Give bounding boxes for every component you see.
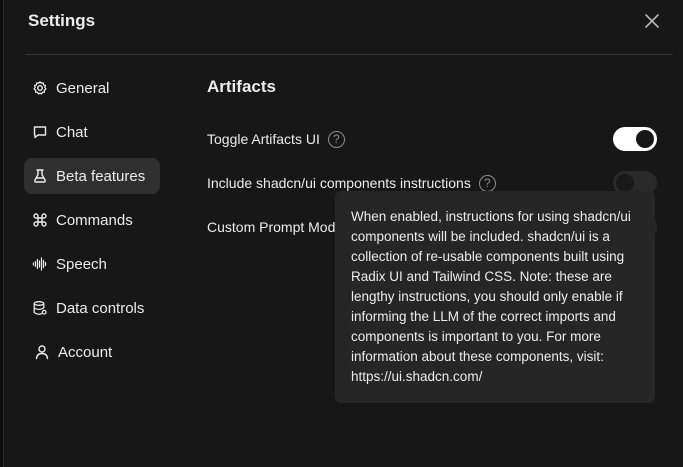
sidebar-item-chat[interactable]: Chat — [24, 114, 160, 150]
settings-sidebar: General Chat Beta features Commands Spee… — [24, 70, 160, 378]
sidebar-item-label: Beta features — [56, 167, 146, 185]
help-icon[interactable]: ? — [478, 174, 496, 192]
setting-label: Include shadcn/ui components instruction… — [207, 175, 471, 191]
user-icon — [34, 344, 50, 360]
section-title: Artifacts — [207, 77, 276, 96]
help-icon[interactable]: ? — [327, 130, 345, 148]
help-tooltip: When enabled, instructions for using sha… — [335, 191, 655, 403]
sidebar-item-label: General — [56, 79, 110, 97]
sidebar-item-label: Account — [58, 343, 113, 361]
dialog-title: Settings — [28, 11, 96, 30]
settings-dialog: Settings General Chat Beta features Comm… — [3, 0, 683, 467]
waveform-icon — [32, 256, 48, 272]
header-divider — [26, 54, 673, 55]
sidebar-item-data-controls[interactable]: Data controls — [24, 290, 160, 326]
gear-icon — [32, 80, 48, 96]
sidebar-item-label: Data controls — [56, 299, 145, 317]
setting-label: Toggle Artifacts UI — [207, 131, 320, 147]
sidebar-item-label: Commands — [56, 211, 133, 229]
command-icon — [32, 212, 48, 228]
close-icon[interactable] — [643, 12, 661, 30]
sidebar-item-label: Speech — [56, 255, 107, 273]
sidebar-item-general[interactable]: General — [24, 70, 160, 106]
sidebar-item-commands[interactable]: Commands — [24, 202, 160, 238]
database-icon — [32, 300, 48, 316]
sidebar-item-label: Chat — [56, 123, 88, 141]
dialog-header: Settings — [4, 0, 683, 44]
setting-row-toggle-artifacts: Toggle Artifacts UI ? — [207, 117, 657, 161]
toggle-artifacts-switch[interactable] — [613, 127, 657, 151]
sidebar-item-beta-features[interactable]: Beta features — [24, 158, 160, 194]
setting-label: Custom Prompt Mod — [207, 219, 336, 235]
flask-icon — [32, 168, 48, 184]
sidebar-item-speech[interactable]: Speech — [24, 246, 160, 282]
chat-bubble-icon — [32, 124, 48, 140]
sidebar-item-account[interactable]: Account — [24, 334, 160, 370]
